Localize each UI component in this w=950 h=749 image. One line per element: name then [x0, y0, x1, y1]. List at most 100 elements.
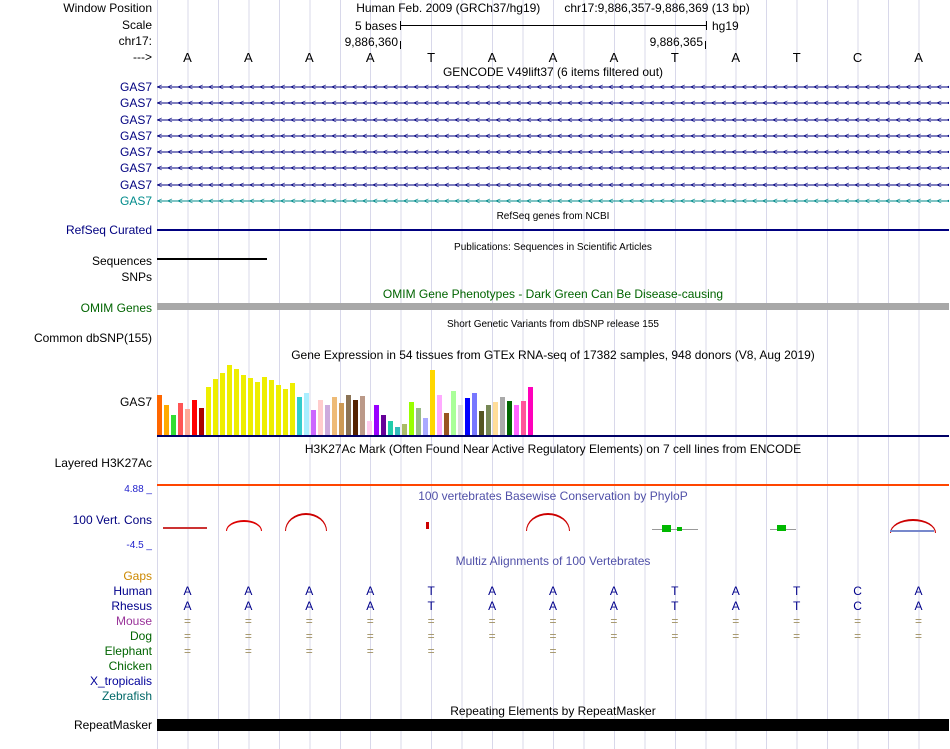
- gtex-expression-bar[interactable]: [297, 397, 302, 435]
- transcript-intron-line[interactable]: <<<<<<<<<<<<<<<<<<<<<<<<<<<<<<<<<<<<<<<<…: [157, 193, 949, 209]
- species-label[interactable]: Elephant: [0, 645, 152, 658]
- multiz-row-elephant[interactable]: Elephant======: [0, 644, 950, 659]
- pub-snps-label[interactable]: SNPs: [0, 271, 152, 284]
- gtex-expression-bar[interactable]: [360, 396, 365, 435]
- species-label[interactable]: Zebrafish: [0, 690, 152, 703]
- gtex-expression-bar[interactable]: [192, 400, 197, 435]
- gtex-expression-bar[interactable]: [290, 383, 295, 435]
- multiz-alignment-track[interactable]: GapsHumanAAAATAAATATCARhesusAAAATAAATATC…: [0, 569, 950, 704]
- transcript-intron-line[interactable]: <<<<<<<<<<<<<<<<<<<<<<<<<<<<<<<<<<<<<<<<…: [157, 177, 949, 193]
- repeatmasker-label[interactable]: RepeatMasker: [0, 719, 152, 732]
- gtex-expression-bar[interactable]: [451, 391, 456, 435]
- transcript-intron-line[interactable]: <<<<<<<<<<<<<<<<<<<<<<<<<<<<<<<<<<<<<<<<…: [157, 79, 949, 95]
- multiz-row-chicken[interactable]: Chicken: [0, 659, 950, 674]
- gtex-expression-bar[interactable]: [486, 405, 491, 435]
- multiz-row-human[interactable]: HumanAAAATAAATATCA: [0, 584, 950, 599]
- gtex-expression-bar[interactable]: [318, 400, 323, 435]
- gene-label[interactable]: GAS7: [0, 81, 152, 94]
- gtex-expression-bar[interactable]: [353, 400, 358, 435]
- gtex-expression-bar[interactable]: [458, 405, 463, 435]
- gtex-expression-bar[interactable]: [220, 373, 225, 435]
- gene-label[interactable]: GAS7: [0, 195, 152, 208]
- gtex-expression-bar[interactable]: [199, 408, 204, 435]
- multiz-row-gaps[interactable]: Gaps: [0, 569, 950, 584]
- pub-sequences-item[interactable]: [157, 258, 267, 260]
- gtex-expression-bar[interactable]: [521, 401, 526, 435]
- transcript-intron-line[interactable]: <<<<<<<<<<<<<<<<<<<<<<<<<<<<<<<<<<<<<<<<…: [157, 160, 949, 176]
- pub-sequences-label[interactable]: Sequences: [0, 255, 152, 268]
- transcript-intron-line[interactable]: <<<<<<<<<<<<<<<<<<<<<<<<<<<<<<<<<<<<<<<<…: [157, 95, 949, 111]
- gtex-expression-bar[interactable]: [248, 378, 253, 435]
- gtex-expression-bar[interactable]: [276, 385, 281, 435]
- multiz-row-zebrafish[interactable]: Zebrafish: [0, 689, 950, 704]
- gtex-expression-bar[interactable]: [213, 379, 218, 435]
- gtex-expression-bar[interactable]: [346, 395, 351, 435]
- gtex-expression-bar[interactable]: [430, 370, 435, 435]
- gtex-expression-bar[interactable]: [507, 401, 512, 435]
- gtex-expression-bar[interactable]: [157, 395, 162, 435]
- gtex-expression-bar[interactable]: [269, 380, 274, 435]
- gtex-expression-bar[interactable]: [416, 408, 421, 435]
- species-label[interactable]: Rhesus: [0, 600, 152, 613]
- gtex-expression-bar[interactable]: [178, 403, 183, 435]
- gtex-expression-bar[interactable]: [255, 382, 260, 435]
- gtex-expression-bar[interactable]: [227, 365, 232, 435]
- gtex-expression-bar[interactable]: [514, 405, 519, 435]
- repeatmasker-item[interactable]: [157, 719, 949, 731]
- transcript-intron-line[interactable]: <<<<<<<<<<<<<<<<<<<<<<<<<<<<<<<<<<<<<<<<…: [157, 112, 949, 128]
- gene-label[interactable]: GAS7: [0, 130, 152, 143]
- omim-gene-item[interactable]: [157, 303, 949, 310]
- gtex-expression-bar[interactable]: [388, 421, 393, 435]
- gene-label[interactable]: GAS7: [0, 97, 152, 110]
- h3k27ac-signal-baseline[interactable]: [157, 484, 949, 486]
- multiz-row-mouse[interactable]: Mouse=============: [0, 614, 950, 629]
- gtex-expression-bar[interactable]: [206, 387, 211, 435]
- phylop-track-label[interactable]: 100 Vert. Cons: [0, 514, 152, 527]
- gencode-transcript-row[interactable]: GAS7 <<<<<<<<<<<<<<<<<<<<<<<<<<<<<<<<<<<<…: [0, 144, 950, 160]
- gtex-expression-bar[interactable]: [465, 398, 470, 435]
- gtex-expression-bar[interactable]: [241, 375, 246, 435]
- species-label[interactable]: X_tropicalis: [0, 675, 152, 688]
- gencode-transcript-row[interactable]: GAS7 <<<<<<<<<<<<<<<<<<<<<<<<<<<<<<<<<<<<…: [0, 177, 950, 193]
- omim-genes-label[interactable]: OMIM Genes: [0, 302, 152, 315]
- gtex-expression-bar[interactable]: [479, 411, 484, 435]
- gtex-expression-bar[interactable]: [528, 387, 533, 435]
- species-label[interactable]: Dog: [0, 630, 152, 643]
- gencode-transcript-row[interactable]: GAS7 <<<<<<<<<<<<<<<<<<<<<<<<<<<<<<<<<<<<…: [0, 160, 950, 176]
- gencode-transcript-row[interactable]: GAS7 <<<<<<<<<<<<<<<<<<<<<<<<<<<<<<<<<<<<…: [0, 193, 950, 209]
- gtex-expression-bar[interactable]: [234, 369, 239, 435]
- gtex-expression-bar[interactable]: [444, 413, 449, 435]
- gtex-expression-bar[interactable]: [262, 377, 267, 435]
- gtex-expression-bar[interactable]: [185, 409, 190, 435]
- gencode-transcript-row[interactable]: GAS7 <<<<<<<<<<<<<<<<<<<<<<<<<<<<<<<<<<<<…: [0, 128, 950, 144]
- gencode-transcript-row[interactable]: GAS7 <<<<<<<<<<<<<<<<<<<<<<<<<<<<<<<<<<<<…: [0, 112, 950, 128]
- gtex-expression-bar[interactable]: [402, 424, 407, 435]
- gtex-expression-bar[interactable]: [283, 389, 288, 435]
- gtex-expression-bar[interactable]: [339, 403, 344, 435]
- gene-label[interactable]: GAS7: [0, 162, 152, 175]
- transcript-intron-line[interactable]: <<<<<<<<<<<<<<<<<<<<<<<<<<<<<<<<<<<<<<<<…: [157, 144, 949, 160]
- gtex-expression-bar[interactable]: [381, 415, 386, 435]
- gtex-expression-bar[interactable]: [409, 402, 414, 435]
- gtex-expression-bar[interactable]: [500, 397, 505, 435]
- gene-label[interactable]: GAS7: [0, 179, 152, 192]
- gene-label[interactable]: GAS7: [0, 146, 152, 159]
- multiz-row-rhesus[interactable]: RhesusAAAATAAATATCA: [0, 599, 950, 614]
- gtex-gene-label[interactable]: GAS7: [0, 396, 152, 409]
- refseq-curated-label[interactable]: RefSeq Curated: [0, 224, 152, 237]
- gtex-expression-bar[interactable]: [437, 395, 442, 435]
- species-label[interactable]: Gaps: [0, 570, 152, 583]
- multiz-row-x-tropicalis[interactable]: X_tropicalis: [0, 674, 950, 689]
- gtex-expression-bar[interactable]: [395, 427, 400, 435]
- gtex-expression-bar[interactable]: [472, 393, 477, 435]
- transcript-intron-line[interactable]: <<<<<<<<<<<<<<<<<<<<<<<<<<<<<<<<<<<<<<<<…: [157, 128, 949, 144]
- gencode-track[interactable]: GAS7 <<<<<<<<<<<<<<<<<<<<<<<<<<<<<<<<<<<<…: [0, 79, 950, 209]
- gtex-expression-bar[interactable]: [164, 405, 169, 435]
- gtex-expression-bar[interactable]: [304, 393, 309, 435]
- gtex-expression-bar[interactable]: [423, 418, 428, 435]
- gtex-expression-bar[interactable]: [493, 402, 498, 435]
- dna-ruler[interactable]: AAAATAAATATCA: [0, 50, 950, 64]
- gtex-expression-chart[interactable]: [157, 365, 949, 435]
- gene-label[interactable]: GAS7: [0, 114, 152, 127]
- gencode-transcript-row[interactable]: GAS7 <<<<<<<<<<<<<<<<<<<<<<<<<<<<<<<<<<<<…: [0, 79, 950, 95]
